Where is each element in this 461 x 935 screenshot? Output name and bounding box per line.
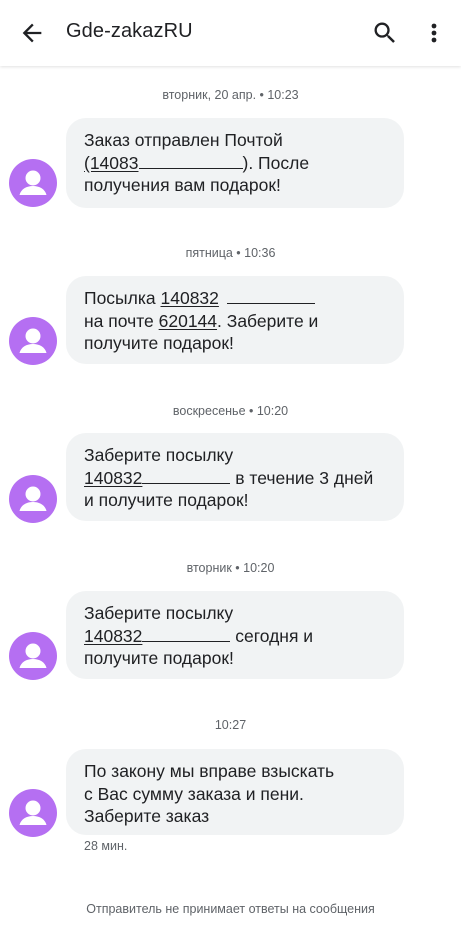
message-text: на почте [84, 310, 159, 331]
message-line: получите подарок! [84, 648, 234, 668]
redacted-text [138, 154, 243, 169]
tracking-number[interactable]: 140832 [84, 468, 142, 488]
sender-avatar[interactable] [9, 632, 57, 680]
message-bubble[interactable]: По закону мы вправе взыскать с Вас сумму… [66, 749, 404, 835]
more-vert-icon[interactable] [424, 19, 444, 47]
message-line: 140832 сегодня и [84, 625, 386, 648]
message-text: . Заберите и [217, 310, 319, 331]
message-line: Заберите посылку [84, 603, 234, 623]
message-text: сегодня и [230, 625, 314, 646]
message-bubble[interactable]: Посылка 140832 на почте 620144. Заберите… [66, 276, 404, 364]
message-line: получите подарок! [84, 333, 234, 353]
message-timestamp: вторник • 10:20 [186, 561, 275, 575]
app-bar: Gde-zakazRU [0, 0, 461, 66]
redacted-text [142, 469, 231, 484]
tracking-number[interactable]: (14083 [84, 153, 139, 173]
message-line: По закону мы вправе взыскать [84, 761, 335, 781]
message-sent-time: 28 мин. [84, 839, 128, 853]
message-line: Заберите посылку [84, 445, 234, 465]
message-text: Посылка [84, 288, 161, 308]
message-bubble[interactable]: Заберите посылку 140832 сегодня и получи… [66, 591, 404, 679]
message-line: получения вам подарок! [84, 175, 281, 195]
message-line: Посылка 140832 [84, 287, 386, 310]
tracking-number[interactable]: 140832 [84, 626, 142, 646]
redacted-text [142, 627, 231, 642]
sender-avatar[interactable] [9, 317, 57, 365]
redacted-text [226, 289, 315, 304]
message-text: в течение 3 дней [230, 467, 374, 488]
message-timestamp: вторник, 20 апр. • 10:23 [162, 88, 299, 102]
message-text: ). После [242, 152, 310, 173]
arrow-back-icon[interactable] [18, 19, 46, 47]
sender-avatar[interactable] [9, 789, 57, 837]
conversation-title: Gde-zakazRU [66, 20, 193, 42]
message-line: 140832 в течение 3 дней [84, 467, 386, 490]
message-line: Заберите заказ [84, 806, 210, 826]
postal-code[interactable]: 620144 [159, 311, 217, 331]
no-reply-notice: Отправитель не принимает ответы на сообщ… [86, 902, 375, 916]
message-line: на почте 620144. Заберите и [84, 310, 386, 333]
message-timestamp: воскресенье • 10:20 [172, 404, 289, 418]
tracking-number[interactable]: 140832 [161, 288, 219, 308]
message-line: (14083 ). После [84, 152, 386, 175]
message-bubble[interactable]: Заберите посылку 140832 в течение 3 дней… [66, 433, 404, 521]
sender-avatar[interactable] [9, 475, 57, 523]
sender-avatar[interactable] [9, 159, 57, 207]
message-line: Заказ отправлен Почтой [84, 130, 283, 150]
message-line: и получите подарок! [84, 490, 249, 510]
message-bubble[interactable]: Заказ отправлен Почтой (14083 ). После по… [66, 118, 404, 208]
message-timestamp: 10:27 [214, 718, 247, 732]
message-timestamp: пятница • 10:36 [185, 246, 276, 260]
search-icon[interactable] [371, 19, 399, 47]
message-line: с Вас сумму заказа и пени. [84, 783, 304, 804]
